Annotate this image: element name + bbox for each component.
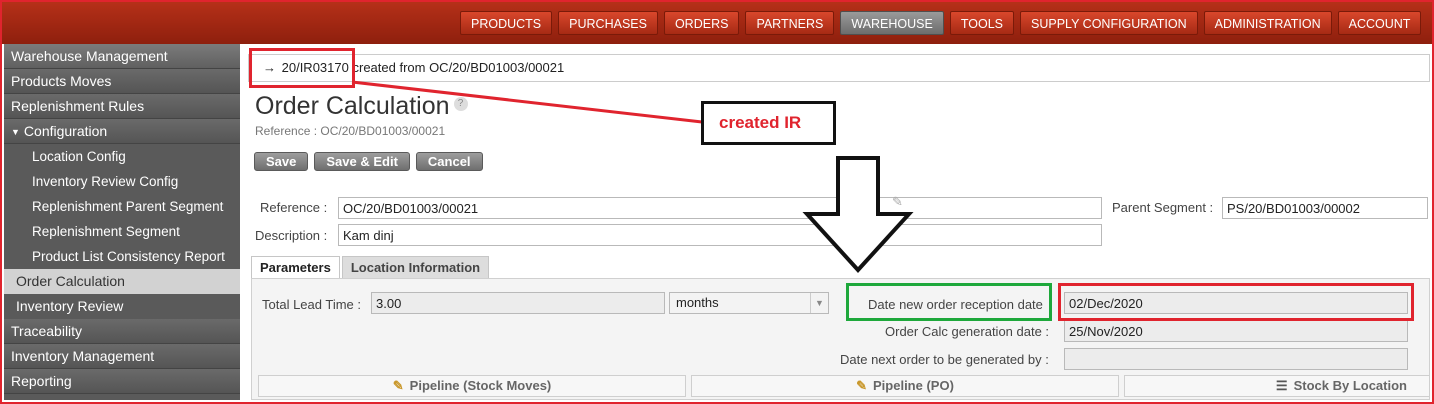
pencil-icon: ✎ <box>856 378 867 393</box>
sidebar-item-location-config[interactable]: Location Config <box>4 144 240 169</box>
sidebar-item-traceability[interactable]: Traceability <box>4 319 240 344</box>
next-order-label: Date next order to be generated by : <box>840 352 1049 367</box>
nav-administration[interactable]: ADMINISTRATION <box>1203 11 1332 35</box>
notification-bar: → 20/IR03170 created from OC/20/BD01003/… <box>248 54 1430 82</box>
chevron-down-icon: ▼ <box>810 293 828 313</box>
sidebar: Warehouse Management Products Moves Repl… <box>4 44 240 400</box>
lead-time-unit-select[interactable]: months ▼ <box>669 292 829 314</box>
form-tabs: Parameters Location Information <box>251 256 490 278</box>
caret-down-icon: ▼ <box>11 127 20 137</box>
lead-time-unit-value: months <box>676 295 719 310</box>
nav-products[interactable]: PRODUCTS <box>460 11 553 35</box>
sidebar-item-reporting[interactable]: Reporting <box>4 369 240 394</box>
created-ir-link[interactable]: 20/IR03170 <box>282 60 349 75</box>
pipeline-po-button[interactable]: ✎ Pipeline (PO) <box>691 375 1119 397</box>
gen-date-field[interactable] <box>1064 320 1408 342</box>
sidebar-item-replenishment-segment[interactable]: Replenishment Segment <box>4 219 240 244</box>
reference-field[interactable] <box>338 197 1102 219</box>
pipeline-stock-moves-label: Pipeline (Stock Moves) <box>409 378 552 393</box>
created-ir-callout: created IR <box>701 101 836 145</box>
form-toolbar: Save Save & Edit Cancel <box>254 152 483 171</box>
arrow-right-icon: → <box>263 60 276 75</box>
cancel-button[interactable]: Cancel <box>415 152 483 171</box>
next-order-field[interactable] <box>1064 348 1408 370</box>
description-field[interactable] <box>338 224 1102 246</box>
nav-warehouse[interactable]: WAREHOUSE <box>840 11 944 35</box>
notification-text: created from OC/20/BD01003/00021 <box>352 60 565 75</box>
stock-by-location-label: Stock By Location <box>1293 378 1407 393</box>
sidebar-item-products-moves[interactable]: Products Moves <box>4 69 240 94</box>
sidebar-item-order-calculation[interactable]: Order Calculation <box>4 269 240 294</box>
help-icon[interactable]: ? <box>453 97 468 111</box>
save-button[interactable]: Save <box>254 152 309 171</box>
save-edit-button[interactable]: Save & Edit <box>314 152 410 171</box>
parent-segment-field[interactable] <box>1222 197 1428 219</box>
sidebar-item-inventory-management[interactable]: Inventory Management <box>4 344 240 369</box>
pencil-icon: ✎ <box>392 378 404 393</box>
parent-segment-label: Parent Segment : <box>1112 200 1214 215</box>
sidebar-item-product-list-consistency-report[interactable]: Product List Consistency Report <box>4 244 240 269</box>
stock-by-location-button[interactable]: ☰ Stock By Location <box>1124 375 1430 397</box>
sidebar-item-configuration-label: Configuration <box>23 123 108 139</box>
reception-date-field[interactable] <box>1064 292 1408 314</box>
reference-label: Reference : <box>260 200 328 215</box>
nav-supply-configuration[interactable]: SUPPLY CONFIGURATION <box>1020 11 1198 35</box>
stack-icon: ☰ <box>1275 378 1288 393</box>
pipeline-po-label: Pipeline (PO) <box>873 378 954 393</box>
reception-date-label: Date new order reception date <box>868 297 1043 312</box>
sidebar-item-configuration[interactable]: ▼ Configuration <box>4 119 240 144</box>
pencil-icon: ✎ <box>892 194 903 209</box>
description-label: Description : <box>255 228 328 243</box>
tab-parameters[interactable]: Parameters <box>251 256 340 278</box>
sidebar-item-inventory-review-config[interactable]: Inventory Review Config <box>4 169 240 194</box>
page-title: Order Calculation <box>255 92 450 120</box>
reference-subtitle: Reference : OC/20/BD01003/00021 <box>255 124 446 138</box>
gen-date-label: Order Calc generation date : <box>885 324 1050 339</box>
nav-partners[interactable]: PARTNERS <box>745 11 835 35</box>
sidebar-item-replenishment-parent-segment[interactable]: Replenishment Parent Segment <box>4 194 240 219</box>
page-title-wrap: Order Calculation? <box>255 92 468 121</box>
pipeline-stock-moves-button[interactable]: ✎ Pipeline (Stock Moves) <box>258 375 686 397</box>
tab-location-information[interactable]: Location Information <box>341 256 490 278</box>
sidebar-item-warehouse-management[interactable]: Warehouse Management <box>4 44 240 69</box>
lead-time-field[interactable] <box>371 292 665 314</box>
top-navigation: PRODUCTS PURCHASES ORDERS PARTNERS WAREH… <box>460 11 1422 35</box>
sidebar-item-replenishment-rules[interactable]: Replenishment Rules <box>4 94 240 119</box>
sidebar-item-inventory-review[interactable]: Inventory Review <box>4 294 240 319</box>
nav-purchases[interactable]: PURCHASES <box>558 11 658 35</box>
nav-account[interactable]: ACCOUNT <box>1337 11 1422 35</box>
nav-orders[interactable]: ORDERS <box>663 11 740 35</box>
top-bar: PRODUCTS PURCHASES ORDERS PARTNERS WAREH… <box>0 0 1434 44</box>
lead-time-label: Total Lead Time : <box>262 297 361 312</box>
nav-tools[interactable]: TOOLS <box>949 11 1015 35</box>
main-content: → 20/IR03170 created from OC/20/BD01003/… <box>248 44 1430 400</box>
